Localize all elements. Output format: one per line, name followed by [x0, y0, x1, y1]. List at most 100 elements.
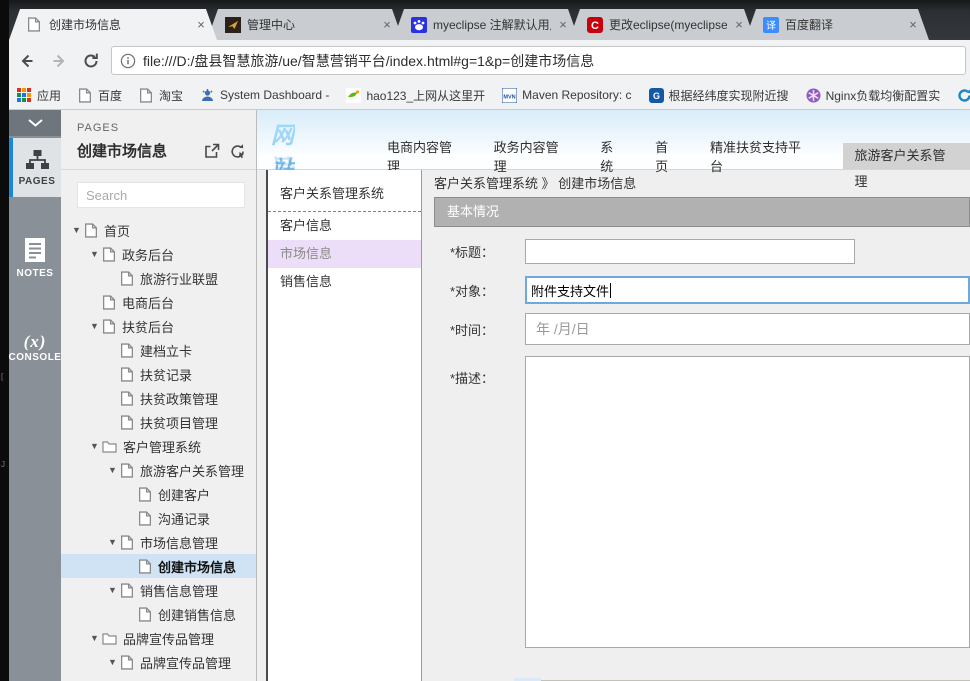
tree-row[interactable]: 创建销售信息	[61, 602, 256, 626]
submenu-item[interactable]: 市场信息	[268, 240, 421, 268]
tree-row[interactable]: ▼客户管理系统	[61, 434, 256, 458]
tree-row[interactable]: 旅游行业联盟	[61, 266, 256, 290]
tab-title: 百度翻译	[785, 16, 901, 33]
tree-row[interactable]: ▼品牌宣传品管理	[61, 650, 256, 674]
page-icon	[139, 88, 154, 103]
sidebar-item-pages[interactable]: PAGES	[9, 138, 61, 197]
prototype-frame: 网站管理平台 网站管理平台 电商内容管理政务内容管理系统首页精准扶贫支持平台旅游…	[257, 110, 970, 681]
tree-expand-arrow-icon[interactable]: ▼	[105, 537, 120, 547]
submenu-item[interactable]: 销售信息	[268, 268, 421, 296]
browser-tab[interactable]: C更改eclipse(myeclipse)×	[569, 9, 755, 40]
browser-tab[interactable]: 创建市场信息×	[9, 9, 217, 40]
sidebar-item-console[interactable]: (x) CONSOLE	[9, 319, 61, 375]
tree-row[interactable]: ▼ 品牌宣传品管理	[61, 626, 256, 650]
page-tree: ▼首页▼政务后台旅游行业联盟电商后台 ▼ 扶贫后台建档立卡扶贫记录扶贫政策管理扶贫项…	[61, 218, 256, 674]
tree-row[interactable]: ▼ 市场信息管理	[61, 530, 256, 554]
tree-row[interactable]: ▼ 扶贫后台	[61, 314, 256, 338]
bookmark-item[interactable]: 百度	[78, 87, 122, 104]
browser-tab[interactable]: myeclipse 注解默认用户×	[393, 9, 579, 40]
page-info-icon[interactable]	[120, 53, 136, 69]
tree-row[interactable]: 创建客户	[61, 482, 256, 506]
tree-expand-arrow-icon[interactable]: ▼	[87, 321, 102, 331]
page-icon	[27, 17, 43, 33]
tree-expand-arrow-icon[interactable]: ▼	[69, 225, 84, 235]
sitemap-icon	[25, 149, 50, 171]
tab-close-icon[interactable]: ×	[379, 17, 395, 33]
tree-row[interactable]: 创建市场信息	[61, 554, 256, 578]
bookmark-item[interactable]: 淘宝	[139, 87, 183, 104]
export-page-icon[interactable]	[204, 143, 220, 159]
bookmark-item[interactable]: G根据经纬度实现附近搜	[649, 87, 789, 104]
tree-row[interactable]: 建档立卡	[61, 338, 256, 362]
tree-row-label: 扶贫记录	[140, 365, 192, 384]
page-icon	[84, 223, 98, 238]
rail-label: NOTES	[17, 268, 54, 279]
tree-row-label: 扶贫后台	[122, 317, 174, 336]
tree-row-label: 品牌宣传品管理	[123, 629, 214, 648]
collapse-panel-button[interactable]	[9, 110, 61, 136]
page-icon	[102, 295, 116, 310]
search-input[interactable]	[77, 182, 245, 208]
page-icon	[120, 463, 134, 478]
tree-row[interactable]: 扶贫项目管理	[61, 410, 256, 434]
bookmark-item[interactable]: MVNMaven Repository: c	[502, 88, 631, 103]
tree-row[interactable]: 扶贫政策管理	[61, 386, 256, 410]
title-input[interactable]	[525, 239, 855, 264]
page-icon	[120, 655, 134, 670]
tree-row[interactable]: 扶贫记录	[61, 362, 256, 386]
tree-row-label: 旅游行业联盟	[140, 269, 218, 288]
dashboard-icon	[200, 88, 215, 103]
bookmark-item[interactable]: 最	[957, 87, 970, 104]
reload-page-icon[interactable]	[230, 143, 246, 159]
object-input[interactable]: 附件支持文件	[525, 276, 970, 304]
tree-expand-arrow-icon[interactable]: ▼	[87, 249, 102, 259]
hao123-icon	[346, 88, 361, 103]
tab-close-icon[interactable]: ×	[731, 17, 747, 33]
tree-row[interactable]: ▼首页	[61, 218, 256, 242]
rail-label: PAGES	[19, 176, 56, 187]
baidu-paw-icon	[411, 17, 427, 33]
site-header: 网站管理平台 网站管理平台 电商内容管理政务内容管理系统首页精准扶贫支持平台旅游…	[257, 110, 970, 170]
tree-row[interactable]: ▼政务后台	[61, 242, 256, 266]
bookmark-item[interactable]: System Dashboard -	[200, 88, 329, 103]
breadcrumb: 客户关系管理系统 》 创建市场信息	[422, 170, 970, 197]
tree-expand-arrow-icon[interactable]: ▼	[105, 585, 120, 595]
tree-expand-arrow-icon[interactable]: ▼	[87, 441, 102, 451]
sidebar-item-notes[interactable]: NOTES	[9, 229, 61, 287]
pages-panel: PAGES 创建市场信息 ▼首页▼政务后台旅游行业联盟电商后台 ▼ 扶贫后台建档立卡…	[61, 110, 257, 681]
tree-row[interactable]: 电商后台	[61, 290, 256, 314]
address-bar[interactable]: file:///D:/盘县智慧旅游/ue/智慧营销平台/index.html#g…	[111, 46, 966, 75]
browser-tab[interactable]: 译百度翻译×	[745, 9, 929, 40]
nginx-icon	[806, 88, 821, 103]
tree-expand-arrow-icon[interactable]: ▼	[105, 465, 120, 475]
page-icon	[120, 343, 134, 358]
browser-tab[interactable]: 管理中心×	[207, 9, 403, 40]
tree-row-label: 电商后台	[122, 293, 174, 312]
tab-close-icon[interactable]: ×	[905, 17, 921, 33]
tab-close-icon[interactable]: ×	[193, 17, 209, 33]
tree-row-label: 创建销售信息	[158, 605, 236, 624]
tree-row[interactable]: ▼旅游客户关系管理	[61, 458, 256, 482]
nav-item[interactable]: 旅游客户关系管理	[843, 143, 970, 169]
submenu-item[interactable]: 客户信息	[268, 212, 421, 240]
tree-expand-arrow-icon[interactable]: ▼	[105, 657, 120, 667]
back-icon[interactable]	[13, 47, 41, 75]
page-icon	[120, 415, 134, 430]
tree-row-label: 扶贫项目管理	[140, 413, 218, 432]
tree-row[interactable]: 沟通记录	[61, 506, 256, 530]
bookmark-label: 根据经纬度实现附近搜	[669, 87, 789, 104]
tab-close-icon[interactable]: ×	[555, 17, 571, 33]
forward-icon[interactable]	[45, 47, 73, 75]
tree-row-label: 市场信息管理	[140, 533, 218, 552]
tree-expand-arrow-icon[interactable]: ▼	[87, 633, 102, 643]
tree-row[interactable]: ▼销售信息管理	[61, 578, 256, 602]
console-icon: (x)	[24, 332, 47, 352]
date-input[interactable]	[525, 313, 970, 345]
bookmark-item[interactable]: hao123_上网从这里开	[346, 87, 485, 104]
refresh-icon[interactable]	[77, 47, 105, 75]
pages-panel-label: PAGES	[77, 122, 246, 134]
form-pane: 客户关系管理系统 》 创建市场信息 基本情况 *标题： *对象： 附件支持文件 …	[422, 170, 970, 681]
description-textarea[interactable]	[525, 356, 970, 648]
bookmark-item[interactable]: 应用	[17, 87, 61, 104]
bookmark-item[interactable]: Nginx负载均衡配置实	[806, 87, 941, 104]
